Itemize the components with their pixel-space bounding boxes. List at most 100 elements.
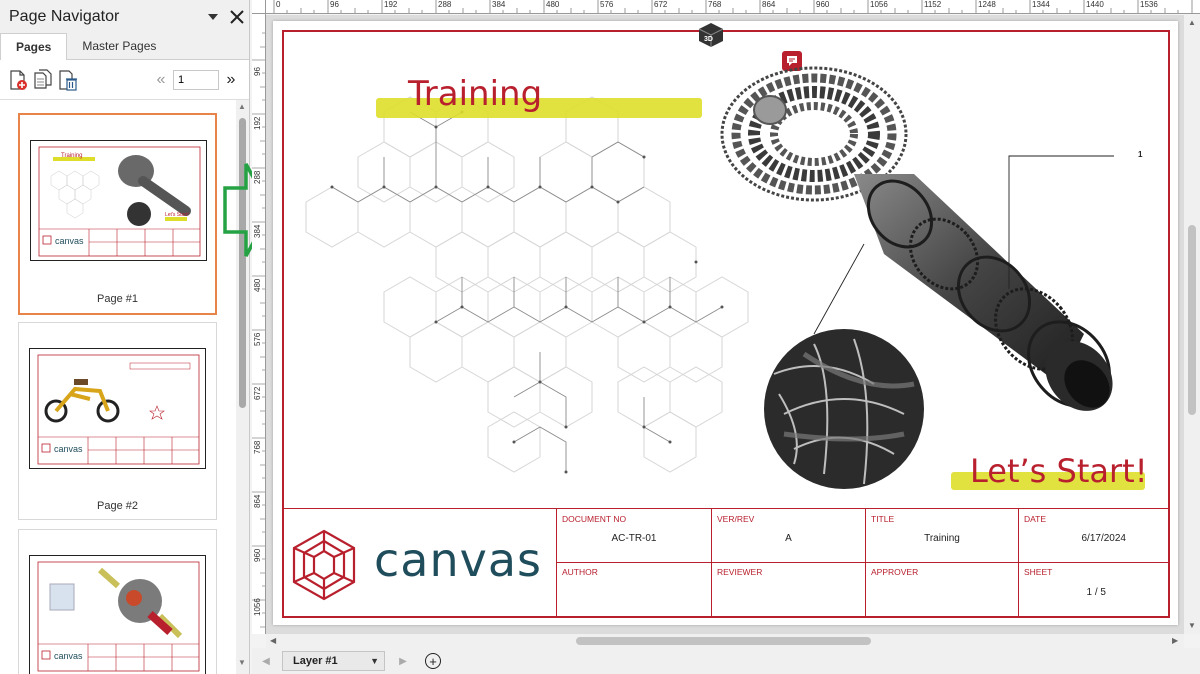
scrollbar-thumb[interactable] — [1188, 225, 1196, 415]
ruler-label: 1152 — [924, 0, 942, 9]
3d-view-icon[interactable]: 3D — [698, 22, 724, 48]
logo-text: canvas — [374, 533, 543, 587]
scroll-down-icon[interactable]: ▼ — [1188, 621, 1196, 630]
new-page-icon[interactable] — [8, 69, 28, 91]
scroll-up-icon[interactable]: ▲ — [238, 102, 246, 111]
page-thumbnail-1[interactable]: Training Let's Start! canvas Page #1 — [18, 113, 217, 315]
author-cell[interactable]: AUTHOR — [556, 562, 711, 617]
field-label: AUTHOR — [562, 567, 598, 577]
scroll-right-icon[interactable]: ▶ — [1172, 636, 1178, 645]
ruler-label: 1440 — [1086, 0, 1104, 9]
layer-bar: ◀ Layer #1 ▼ ▶ + — [252, 648, 1200, 674]
double-chevron-left-icon[interactable]: « — [153, 71, 169, 89]
drawing-border: 3D Training 1 Let’s Start! canvas DOCUME… — [282, 23, 1170, 618]
scrollbar-thumb[interactable] — [576, 637, 871, 645]
callout-number: 1 — [1138, 150, 1143, 159]
field-label: DOCUMENT NO — [562, 514, 627, 524]
thumb-logo-text: canvas — [54, 444, 83, 454]
chevron-down-icon[interactable] — [201, 5, 225, 29]
ruler-label: 288 — [438, 0, 452, 9]
page-number-input[interactable] — [173, 69, 219, 90]
page-thumbnail-image: canvas — [29, 348, 206, 469]
delete-page-icon[interactable] — [58, 69, 78, 91]
ruler-label: 1536 — [1140, 0, 1158, 9]
document-no-cell[interactable]: DOCUMENT NO AC-TR-01 — [556, 509, 711, 562]
previous-layer-icon[interactable]: ◀ — [256, 656, 276, 667]
page-thumbnail-list: Training Let's Start! canvas Page #1 can… — [0, 100, 236, 674]
ruler-label: 0 — [276, 0, 281, 9]
ruler-label: 576 — [600, 0, 614, 9]
canvas-horizontal-scrollbar[interactable]: ◀ ▶ — [266, 634, 1184, 648]
ruler-label: 960 — [253, 548, 262, 562]
scroll-up-icon[interactable]: ▲ — [1188, 18, 1196, 27]
field-label: TITLE — [871, 514, 895, 524]
field-value: A — [785, 533, 792, 544]
drawing-canvas[interactable]: 3D Training 1 Let’s Start! canvas DOCUME… — [266, 15, 1184, 634]
thumb-logo-text: canvas — [54, 651, 83, 661]
copy-page-icon[interactable] — [33, 68, 53, 91]
ruler-corner — [252, 0, 266, 14]
tab-pages[interactable]: Pages — [0, 33, 68, 60]
drawing-sheet[interactable]: 3D Training 1 Let’s Start! canvas DOCUME… — [273, 21, 1178, 625]
navigator-title: Page Navigator — [9, 7, 120, 25]
canvas-vertical-scrollbar[interactable]: ▲ ▼ — [1184, 15, 1200, 634]
ruler-label: 384 — [253, 224, 262, 238]
ruler-label: 672 — [654, 0, 668, 9]
navigator-toolbar: « » — [0, 60, 249, 100]
title-cell[interactable]: TITLE Training — [865, 509, 1018, 562]
field-value: 6/17/2024 — [1081, 533, 1127, 544]
hexagon-pattern-graphic — [305, 96, 749, 474]
field-value: Training — [924, 533, 960, 544]
ruler-label: 192 — [384, 0, 398, 9]
field-label: REVIEWER — [717, 567, 763, 577]
ruler-label: 1056 — [870, 0, 888, 9]
title-block: canvas DOCUMENT NO AC-TR-01 VER/REV A TI… — [284, 508, 1170, 618]
close-icon[interactable] — [225, 5, 249, 29]
field-label: VER/REV — [717, 514, 755, 524]
navigator-tabs: Pages Master Pages — [0, 33, 249, 60]
sheet-cell[interactable]: SHEET 1 / 5 — [1018, 562, 1170, 617]
page-pager: « » — [153, 69, 239, 90]
reviewer-cell[interactable]: REVIEWER — [711, 562, 865, 617]
ruler-label: 384 — [492, 0, 506, 9]
ruler-label: 288 — [253, 170, 262, 184]
layer-select[interactable]: Layer #1 ▼ — [282, 651, 385, 671]
layer-name: Layer #1 — [293, 655, 338, 667]
ver-rev-cell[interactable]: VER/REV A — [711, 509, 865, 562]
ruler-label: 192 — [253, 116, 262, 130]
ruler-label: 96 — [330, 0, 339, 9]
ruler-label: 768 — [708, 0, 722, 9]
chevron-down-icon: ▼ — [370, 656, 379, 666]
next-layer-icon[interactable]: ▶ — [393, 656, 413, 667]
scroll-left-icon[interactable]: ◀ — [270, 636, 276, 645]
horizontal-ruler: 0 96 192 288 384 480 576 672 768 864 960… — [266, 0, 1200, 14]
double-chevron-right-icon[interactable]: » — [223, 71, 239, 89]
cta-text: Let’s Start! — [970, 452, 1148, 490]
ruler-label: 1248 — [978, 0, 996, 9]
field-value: 1 / 5 — [1086, 587, 1106, 598]
field-value: AC-TR-01 — [611, 533, 657, 544]
add-layer-icon[interactable]: + — [425, 653, 441, 669]
tab-master-pages[interactable]: Master Pages — [67, 33, 171, 59]
ruler-label: 480 — [253, 278, 262, 292]
ruler-label: 1344 — [1032, 0, 1050, 9]
page-label: Page #2 — [97, 500, 138, 512]
3d-label: 3D — [704, 36, 713, 43]
date-cell[interactable]: DATE 6/17/2024 — [1018, 509, 1170, 562]
thumb-title: Training — [61, 153, 83, 159]
drawing-title: Training — [408, 74, 543, 114]
ruler-label: 768 — [253, 440, 262, 454]
ruler-label: 864 — [762, 0, 776, 9]
page-thumbnail-image: Training Let's Start! canvas — [30, 140, 207, 261]
jet-engine-3d-model[interactable] — [704, 54, 1144, 494]
vertical-ruler: 96 192 288 384 480 576 672 768 864 960 1… — [252, 14, 266, 634]
ruler-label: 96 — [253, 67, 262, 76]
page-thumbnail-2[interactable]: canvas Page #2 — [18, 322, 217, 520]
ruler-label: 864 — [253, 494, 262, 508]
approver-cell[interactable]: APPROVER — [865, 562, 1018, 617]
ruler-label: 480 — [546, 0, 560, 9]
page-thumbnail-3[interactable]: canvas — [18, 529, 217, 674]
ruler-label: 1056 — [253, 598, 262, 616]
field-label: APPROVER — [871, 567, 919, 577]
scroll-down-icon[interactable]: ▼ — [238, 658, 246, 667]
